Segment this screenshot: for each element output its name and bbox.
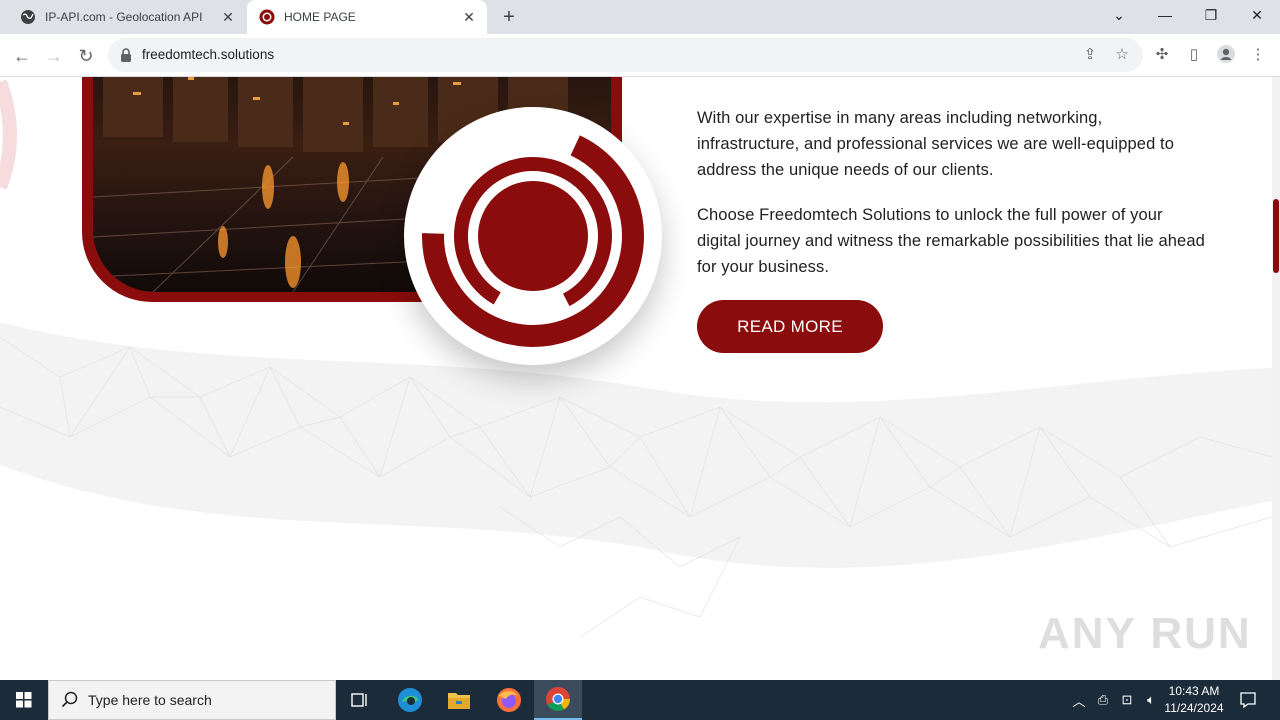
tab-title: HOME PAGE xyxy=(284,10,356,24)
close-tab-icon[interactable]: ✕ xyxy=(459,7,479,27)
meet-now-icon[interactable]: ⎙ xyxy=(1092,680,1114,720)
tab-title: IP-API.com - Geolocation API xyxy=(45,10,203,24)
scrollbar-thumb[interactable] xyxy=(1273,199,1279,273)
url-text: freedomtech.solutions xyxy=(142,47,275,62)
cta-paragraph: Choose Freedomtech Solutions to unlock t… xyxy=(697,206,1205,276)
page-scrollbar[interactable] xyxy=(1272,77,1280,680)
search-icon xyxy=(61,691,79,709)
tab-home-page[interactable]: HOME PAGE ✕ xyxy=(247,0,487,34)
search-placeholder: Type here to search xyxy=(88,692,212,708)
edge-browser-icon[interactable] xyxy=(386,680,434,720)
tab-strip: IP-API.com - Geolocation API ✕ HOME PAGE… xyxy=(0,0,1280,34)
menu-kebab-icon[interactable]: ⋮ xyxy=(1247,44,1269,66)
forward-arrow-icon[interactable]: → xyxy=(40,42,68,70)
network-icon[interactable]: ⊡ xyxy=(1116,680,1138,720)
browser-toolbar: ← → ↻ freedomtech.solutions ⇪ ☆ ✣ ▯ ⋮ xyxy=(0,34,1280,77)
side-panel-icon[interactable]: ▯ xyxy=(1183,44,1205,66)
windows-taskbar: Type here to search ︿ ⎙ ⊡ 🔈︎ 10:43 AM 11… xyxy=(0,680,1280,720)
tab-search-chevron-icon[interactable]: ⌄ xyxy=(1096,0,1142,30)
reload-icon[interactable]: ↻ xyxy=(72,42,100,70)
web-page: With our expertise in many areas includi… xyxy=(0,77,1272,680)
address-bar[interactable]: freedomtech.solutions ⇪ ☆ xyxy=(108,38,1143,72)
read-more-button[interactable]: READ MORE xyxy=(697,300,883,353)
minimize-icon[interactable]: — xyxy=(1142,0,1188,30)
share-icon[interactable]: ⇪ xyxy=(1080,45,1100,65)
plus-icon[interactable]: + xyxy=(498,6,520,28)
taskbar-search-box[interactable]: Type here to search xyxy=(48,680,336,720)
clock-date: 11/24/2024 xyxy=(1164,701,1224,715)
restore-icon[interactable]: ❐ xyxy=(1188,0,1234,30)
freedomtech-favicon-icon xyxy=(259,9,275,25)
extensions-puzzle-icon[interactable]: ✣ xyxy=(1151,44,1173,66)
tray-chevron-up-icon[interactable]: ︿ xyxy=(1068,680,1090,720)
logo-badge xyxy=(404,107,662,365)
intro-paragraph: With our expertise in many areas includi… xyxy=(697,109,1174,179)
lock-icon[interactable] xyxy=(120,48,132,62)
start-button[interactable] xyxy=(0,680,48,720)
anyrun-watermark: ANY RUN xyxy=(1038,609,1252,658)
notifications-icon[interactable] xyxy=(1236,680,1260,720)
back-arrow-icon[interactable]: ← xyxy=(8,42,36,70)
chrome-icon[interactable] xyxy=(534,680,582,720)
clock-time: 10:43 AM xyxy=(1168,684,1220,698)
tab-ip-api[interactable]: IP-API.com - Geolocation API ✕ xyxy=(8,0,246,34)
windows-logo-icon xyxy=(16,692,32,708)
close-window-icon[interactable]: ✕ xyxy=(1234,0,1280,30)
freedomtech-logo-icon xyxy=(422,125,644,347)
taskbar-clock[interactable]: 10:43 AM 11/24/2024 xyxy=(1150,683,1238,717)
profile-avatar-icon[interactable] xyxy=(1215,44,1237,66)
globe-icon xyxy=(20,9,36,25)
task-view-icon[interactable] xyxy=(336,680,384,720)
bookmark-star-icon[interactable]: ☆ xyxy=(1112,45,1132,65)
file-explorer-icon[interactable] xyxy=(435,680,483,720)
firefox-icon[interactable] xyxy=(485,680,533,720)
close-tab-icon[interactable]: ✕ xyxy=(218,7,238,27)
